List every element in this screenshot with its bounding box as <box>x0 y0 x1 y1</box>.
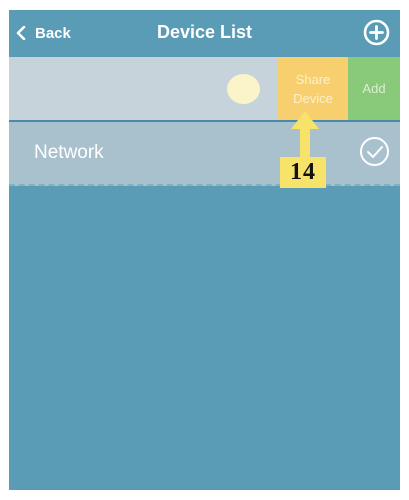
share-label-line2: Device <box>293 90 333 106</box>
header-bar: Back Device List <box>9 10 400 56</box>
check-circle-icon[interactable] <box>359 136 390 167</box>
share-label-line1: Share <box>295 71 331 87</box>
plus-circle-icon[interactable] <box>363 19 390 46</box>
toggle-knob[interactable] <box>227 74 260 104</box>
step-number-badge: 14 <box>280 157 326 188</box>
device-row: Share Device Add <box>9 57 400 122</box>
network-label: Network <box>34 142 104 163</box>
page-title: Device List <box>156 22 253 42</box>
add-label: Add <box>362 81 386 96</box>
add-device-button[interactable]: Add <box>348 57 400 120</box>
network-row[interactable]: Network <box>9 122 400 186</box>
device-list-screen: Back Device List Share Device Add Networ… <box>9 10 400 490</box>
annotation-arrow-up-icon <box>291 111 319 159</box>
